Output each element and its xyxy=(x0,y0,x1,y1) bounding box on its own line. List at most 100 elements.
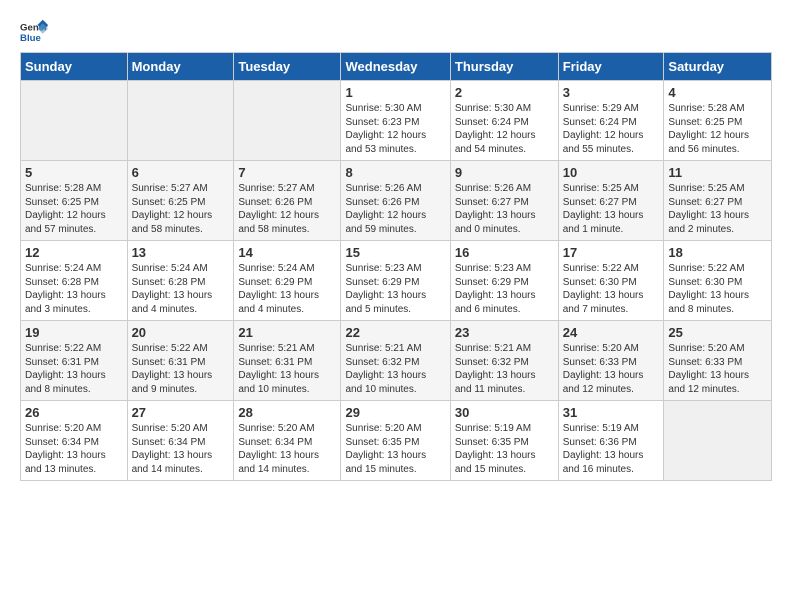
day-info: Sunrise: 5:22 AM Sunset: 6:30 PM Dayligh… xyxy=(563,262,660,316)
calendar-day-cell: 15 Sunrise: 5:23 AM Sunset: 6:29 PM Dayli… xyxy=(341,241,450,321)
calendar-day-cell: 6 Sunrise: 5:27 AM Sunset: 6:25 PM Daylig… xyxy=(127,161,234,241)
day-info: Sunrise: 5:30 AM Sunset: 6:23 PM Dayligh… xyxy=(345,102,445,156)
day-number: 23 xyxy=(455,325,554,340)
day-info: Sunrise: 5:23 AM Sunset: 6:29 PM Dayligh… xyxy=(455,262,554,316)
day-number: 28 xyxy=(238,405,336,420)
day-number: 2 xyxy=(455,85,554,100)
calendar-table: SundayMondayTuesdayWednesdayThursdayFrid… xyxy=(20,52,772,481)
calendar-day-cell: 9 Sunrise: 5:26 AM Sunset: 6:27 PM Daylig… xyxy=(450,161,558,241)
day-info: Sunrise: 5:20 AM Sunset: 6:34 PM Dayligh… xyxy=(25,422,123,476)
day-number: 12 xyxy=(25,245,123,260)
calendar-day-cell: 1 Sunrise: 5:30 AM Sunset: 6:23 PM Daylig… xyxy=(341,81,450,161)
calendar-week-row: 26 Sunrise: 5:20 AM Sunset: 6:34 PM Dayli… xyxy=(21,401,772,481)
weekday-header-monday: Monday xyxy=(127,53,234,81)
calendar-day-cell: 18 Sunrise: 5:22 AM Sunset: 6:30 PM Dayli… xyxy=(664,241,772,321)
empty-cell xyxy=(664,401,772,481)
calendar-day-cell: 20 Sunrise: 5:22 AM Sunset: 6:31 PM Dayli… xyxy=(127,321,234,401)
day-info: Sunrise: 5:23 AM Sunset: 6:29 PM Dayligh… xyxy=(345,262,445,316)
day-number: 11 xyxy=(668,165,767,180)
day-info: Sunrise: 5:24 AM Sunset: 6:29 PM Dayligh… xyxy=(238,262,336,316)
day-info: Sunrise: 5:22 AM Sunset: 6:30 PM Dayligh… xyxy=(668,262,767,316)
day-number: 7 xyxy=(238,165,336,180)
day-number: 29 xyxy=(345,405,445,420)
day-info: Sunrise: 5:21 AM Sunset: 6:32 PM Dayligh… xyxy=(345,342,445,396)
day-number: 9 xyxy=(455,165,554,180)
day-number: 8 xyxy=(345,165,445,180)
calendar-day-cell: 26 Sunrise: 5:20 AM Sunset: 6:34 PM Dayli… xyxy=(21,401,128,481)
day-info: Sunrise: 5:25 AM Sunset: 6:27 PM Dayligh… xyxy=(563,182,660,236)
day-number: 6 xyxy=(132,165,230,180)
day-number: 25 xyxy=(668,325,767,340)
empty-cell xyxy=(21,81,128,161)
day-number: 13 xyxy=(132,245,230,260)
day-number: 21 xyxy=(238,325,336,340)
day-info: Sunrise: 5:21 AM Sunset: 6:32 PM Dayligh… xyxy=(455,342,554,396)
calendar-day-cell: 27 Sunrise: 5:20 AM Sunset: 6:34 PM Dayli… xyxy=(127,401,234,481)
header: General Blue xyxy=(20,18,772,46)
empty-cell xyxy=(234,81,341,161)
day-info: Sunrise: 5:20 AM Sunset: 6:34 PM Dayligh… xyxy=(132,422,230,476)
calendar-day-cell: 4Sunrise: 5:28 AM Sunset: 6:25 PM Daylig… xyxy=(664,81,772,161)
calendar-day-cell: 23 Sunrise: 5:21 AM Sunset: 6:32 PM Dayli… xyxy=(450,321,558,401)
day-number: 22 xyxy=(345,325,445,340)
day-number: 24 xyxy=(563,325,660,340)
generalblue-logo-icon: General Blue xyxy=(20,18,48,46)
calendar-day-cell: 16Sunrise: 5:23 AM Sunset: 6:29 PM Dayli… xyxy=(450,241,558,321)
calendar-page: General Blue SundayMondayTuesdayWednesda… xyxy=(0,0,792,491)
weekday-header-tuesday: Tuesday xyxy=(234,53,341,81)
weekday-header-row: SundayMondayTuesdayWednesdayThursdayFrid… xyxy=(21,53,772,81)
calendar-day-cell: 31 Sunrise: 5:19 AM Sunset: 6:36 PM Dayli… xyxy=(558,401,664,481)
day-info: Sunrise: 5:22 AM Sunset: 6:31 PM Dayligh… xyxy=(132,342,230,396)
calendar-day-cell: 28 Sunrise: 5:20 AM Sunset: 6:34 PM Dayli… xyxy=(234,401,341,481)
day-number: 10 xyxy=(563,165,660,180)
calendar-day-cell: 2Sunrise: 5:30 AM Sunset: 6:24 PM Daylig… xyxy=(450,81,558,161)
calendar-day-cell: 11 Sunrise: 5:25 AM Sunset: 6:27 PM Dayli… xyxy=(664,161,772,241)
weekday-header-sunday: Sunday xyxy=(21,53,128,81)
calendar-week-row: 19 Sunrise: 5:22 AM Sunset: 6:31 PM Dayli… xyxy=(21,321,772,401)
day-number: 15 xyxy=(345,245,445,260)
calendar-day-cell: 14 Sunrise: 5:24 AM Sunset: 6:29 PM Dayli… xyxy=(234,241,341,321)
day-number: 19 xyxy=(25,325,123,340)
calendar-week-row: 5Sunrise: 5:28 AM Sunset: 6:25 PM Daylig… xyxy=(21,161,772,241)
day-info: Sunrise: 5:28 AM Sunset: 6:25 PM Dayligh… xyxy=(25,182,123,236)
day-number: 18 xyxy=(668,245,767,260)
day-number: 1 xyxy=(345,85,445,100)
day-info: Sunrise: 5:24 AM Sunset: 6:28 PM Dayligh… xyxy=(132,262,230,316)
calendar-day-cell: 13 Sunrise: 5:24 AM Sunset: 6:28 PM Dayli… xyxy=(127,241,234,321)
day-number: 30 xyxy=(455,405,554,420)
calendar-day-cell: 10 Sunrise: 5:25 AM Sunset: 6:27 PM Dayli… xyxy=(558,161,664,241)
calendar-week-row: 12 Sunrise: 5:24 AM Sunset: 6:28 PM Dayli… xyxy=(21,241,772,321)
weekday-header-friday: Friday xyxy=(558,53,664,81)
day-info: Sunrise: 5:20 AM Sunset: 6:33 PM Dayligh… xyxy=(563,342,660,396)
day-info: Sunrise: 5:22 AM Sunset: 6:31 PM Dayligh… xyxy=(25,342,123,396)
day-info: Sunrise: 5:20 AM Sunset: 6:34 PM Dayligh… xyxy=(238,422,336,476)
calendar-day-cell: 30 Sunrise: 5:19 AM Sunset: 6:35 PM Dayli… xyxy=(450,401,558,481)
day-number: 14 xyxy=(238,245,336,260)
calendar-day-cell: 25Sunrise: 5:20 AM Sunset: 6:33 PM Dayli… xyxy=(664,321,772,401)
calendar-day-cell: 24 Sunrise: 5:20 AM Sunset: 6:33 PM Dayli… xyxy=(558,321,664,401)
calendar-day-cell: 7Sunrise: 5:27 AM Sunset: 6:26 PM Daylig… xyxy=(234,161,341,241)
day-info: Sunrise: 5:27 AM Sunset: 6:25 PM Dayligh… xyxy=(132,182,230,236)
day-number: 27 xyxy=(132,405,230,420)
calendar-day-cell: 17 Sunrise: 5:22 AM Sunset: 6:30 PM Dayli… xyxy=(558,241,664,321)
empty-cell xyxy=(127,81,234,161)
day-info: Sunrise: 5:19 AM Sunset: 6:35 PM Dayligh… xyxy=(455,422,554,476)
day-number: 31 xyxy=(563,405,660,420)
weekday-header-thursday: Thursday xyxy=(450,53,558,81)
svg-text:Blue: Blue xyxy=(20,33,41,44)
day-number: 20 xyxy=(132,325,230,340)
logo: General Blue xyxy=(20,18,48,46)
calendar-day-cell: 21 Sunrise: 5:21 AM Sunset: 6:31 PM Dayli… xyxy=(234,321,341,401)
day-info: Sunrise: 5:21 AM Sunset: 6:31 PM Dayligh… xyxy=(238,342,336,396)
day-number: 4 xyxy=(668,85,767,100)
day-info: Sunrise: 5:26 AM Sunset: 6:26 PM Dayligh… xyxy=(345,182,445,236)
calendar-week-row: 1 Sunrise: 5:30 AM Sunset: 6:23 PM Daylig… xyxy=(21,81,772,161)
day-number: 3 xyxy=(563,85,660,100)
calendar-day-cell: 12Sunrise: 5:24 AM Sunset: 6:28 PM Dayli… xyxy=(21,241,128,321)
calendar-day-cell: 5Sunrise: 5:28 AM Sunset: 6:25 PM Daylig… xyxy=(21,161,128,241)
day-number: 17 xyxy=(563,245,660,260)
day-number: 26 xyxy=(25,405,123,420)
day-info: Sunrise: 5:25 AM Sunset: 6:27 PM Dayligh… xyxy=(668,182,767,236)
day-info: Sunrise: 5:26 AM Sunset: 6:27 PM Dayligh… xyxy=(455,182,554,236)
day-info: Sunrise: 5:19 AM Sunset: 6:36 PM Dayligh… xyxy=(563,422,660,476)
